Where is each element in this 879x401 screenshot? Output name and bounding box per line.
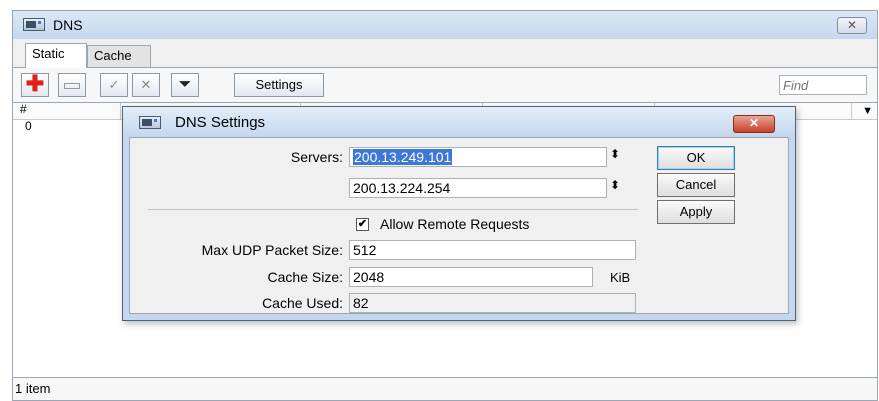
add-button[interactable]: ✚ bbox=[21, 73, 49, 97]
add-icon: ✚ bbox=[25, 71, 45, 96]
cache-size-label: Cache Size: bbox=[267, 269, 343, 285]
cancel-button[interactable]: Cancel bbox=[657, 173, 735, 197]
server-2-field[interactable]: 200.13.224.254 bbox=[349, 178, 607, 198]
status-text: 1 item bbox=[15, 381, 51, 396]
status-bar: 1 item bbox=[13, 377, 877, 400]
toolbar: ✚ ✓ ✕ ⏷ Settings bbox=[13, 67, 877, 103]
window-title: DNS bbox=[53, 17, 83, 33]
window-title-bar[interactable]: DNS ✕ bbox=[13, 11, 877, 39]
cache-size-field[interactable]: 2048 bbox=[349, 267, 593, 287]
divider bbox=[148, 209, 638, 210]
column-hash[interactable]: # bbox=[20, 102, 27, 116]
window-icon bbox=[23, 18, 45, 31]
dns-settings-dialog: DNS Settings ✕ Servers: 200.13.249.101 ⬍… bbox=[122, 106, 796, 321]
servers-label: Servers: bbox=[290, 149, 343, 165]
remove-icon bbox=[64, 83, 80, 89]
close-icon[interactable]: ✕ bbox=[837, 17, 867, 34]
find-input[interactable] bbox=[779, 75, 867, 95]
column-menu-icon[interactable]: ▼ bbox=[862, 105, 873, 117]
checkbox-check-icon: ✔ bbox=[357, 218, 368, 230]
cache-used-field: 82 bbox=[349, 293, 636, 313]
server-1-value: 200.13.249.101 bbox=[353, 149, 453, 165]
apply-button[interactable]: Apply bbox=[657, 200, 735, 224]
enable-button[interactable]: ✓ bbox=[100, 73, 128, 97]
cache-used-label: Cache Used: bbox=[262, 295, 343, 311]
column-separator bbox=[851, 103, 852, 119]
max-udp-field[interactable]: 512 bbox=[349, 240, 636, 260]
enable-icon: ✓ bbox=[108, 77, 120, 92]
table-row[interactable]: 0 bbox=[25, 119, 32, 133]
allow-remote-checkbox[interactable]: ✔ bbox=[356, 218, 369, 231]
column-separator bbox=[120, 103, 121, 119]
server-1-field[interactable]: 200.13.249.101 bbox=[349, 147, 607, 167]
spin-icon[interactable]: ⬍ bbox=[610, 179, 620, 191]
max-udp-label: Max UDP Packet Size: bbox=[201, 242, 343, 258]
ok-button[interactable]: OK bbox=[657, 146, 735, 170]
window-icon bbox=[139, 116, 161, 129]
dialog-title-bar[interactable]: DNS Settings ✕ bbox=[123, 107, 795, 137]
tab-cache[interactable]: Cache bbox=[87, 45, 151, 67]
spin-icon[interactable]: ⬍ bbox=[610, 148, 620, 160]
filter-button[interactable]: ⏷ bbox=[171, 73, 199, 97]
disable-button[interactable]: ✕ bbox=[132, 73, 160, 97]
dialog-body: Servers: 200.13.249.101 ⬍ 200.13.224.254… bbox=[129, 137, 789, 314]
cache-size-unit: KiB bbox=[610, 270, 631, 285]
dialog-title: DNS Settings bbox=[175, 114, 266, 131]
filter-icon: ⏷ bbox=[178, 76, 192, 93]
allow-remote-label[interactable]: Allow Remote Requests bbox=[380, 216, 529, 232]
disable-icon: ✕ bbox=[140, 77, 152, 92]
remove-button[interactable] bbox=[58, 73, 86, 97]
settings-button[interactable]: Settings bbox=[234, 73, 324, 97]
tab-static[interactable]: Static bbox=[25, 43, 87, 68]
close-icon[interactable]: ✕ bbox=[733, 115, 775, 133]
